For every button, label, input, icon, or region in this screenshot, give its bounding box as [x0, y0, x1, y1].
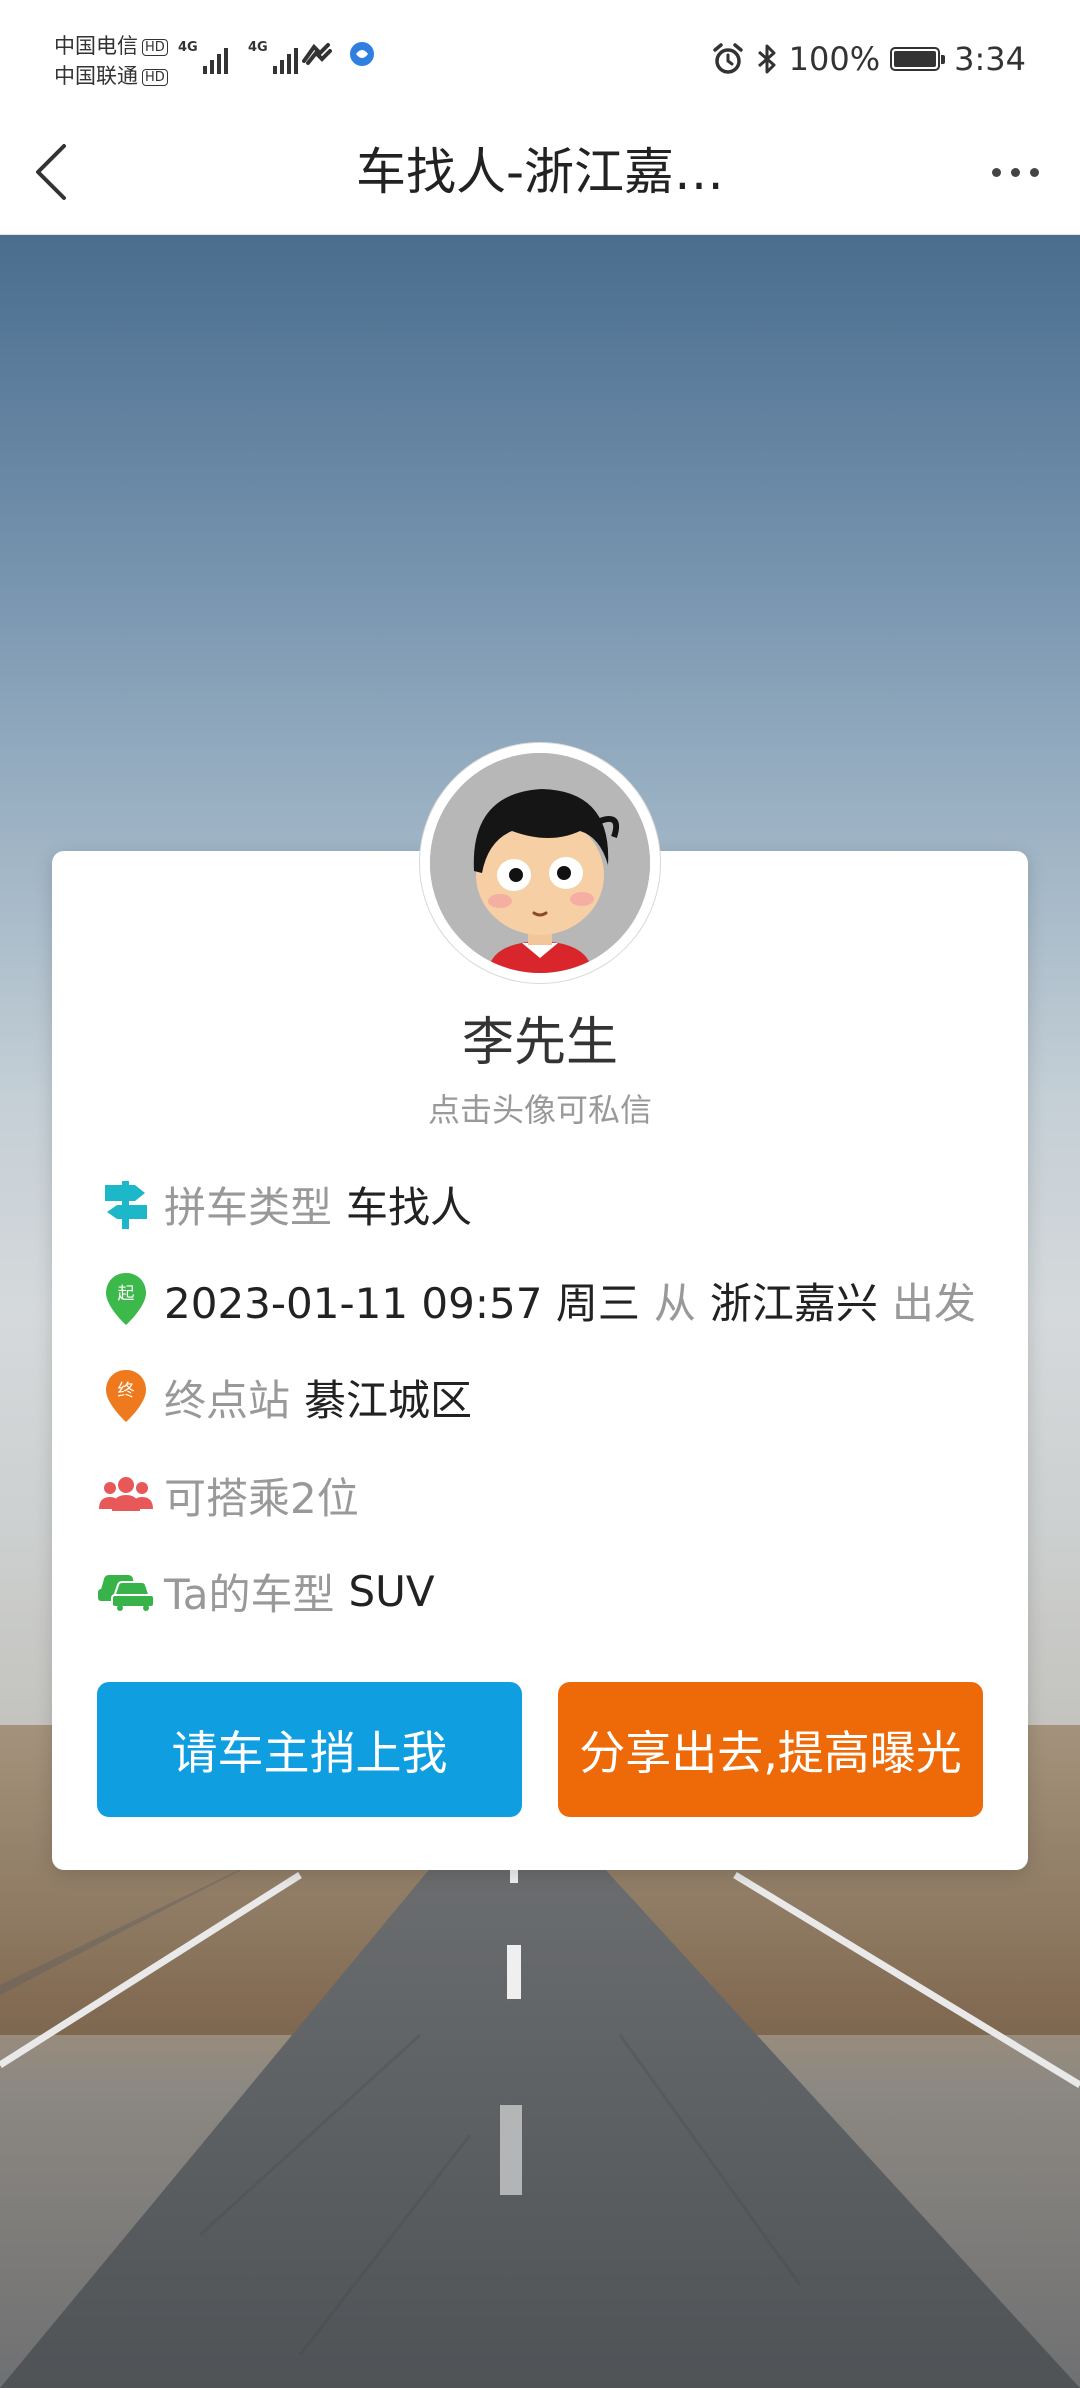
- app-notification-icon: [350, 42, 374, 66]
- signal-group: 4G 4G: [178, 40, 298, 74]
- hd-badge: HD: [142, 69, 168, 86]
- departure-row: 起 2023-01-11 09:57 周三 从 浙江嘉兴 出发: [98, 1270, 976, 1330]
- chevron-left-icon: [36, 144, 66, 200]
- end-marker-text: 终: [118, 1381, 135, 1401]
- network-type: 4G: [178, 40, 198, 55]
- start-marker-text: 起: [118, 1284, 135, 1304]
- clock: 3:34: [954, 40, 1026, 78]
- signal-icon: 4G: [248, 40, 298, 74]
- hd-badge: HD: [142, 39, 168, 56]
- car-type-value: SUV: [348, 1566, 435, 1616]
- destination-value: 綦江城区: [304, 1375, 473, 1425]
- status-bar: 中国电信 HD 中国联通 HD 4G 4G 100% 3:34: [0, 0, 1080, 110]
- seats-label: 可搭乘2位: [164, 1473, 359, 1523]
- battery-icon: [890, 47, 946, 71]
- bluetooth-icon: [757, 44, 776, 74]
- share-button[interactable]: 分享出去,提高曝光: [558, 1682, 983, 1817]
- carrier-1: 中国电信 HD: [54, 34, 168, 58]
- user-name: 李先生: [461, 1013, 618, 1073]
- alarm-icon: [712, 43, 743, 74]
- car-icon: [98, 1561, 154, 1621]
- status-right: 100% 3:34: [711, 40, 1026, 78]
- people-icon: [98, 1465, 154, 1525]
- cartoon-boy-avatar-icon: [430, 753, 650, 973]
- more-dots-icon: [991, 167, 1001, 177]
- ride-type-value: 车找人: [346, 1182, 473, 1232]
- page-title: 车找人-浙江嘉…: [355, 143, 725, 201]
- depart-label: 出发: [891, 1278, 976, 1328]
- signal-icon: 4G: [178, 40, 228, 74]
- seats-row: 可搭乘2位: [98, 1465, 359, 1525]
- car-type-label: Ta的车型: [164, 1569, 335, 1619]
- car-type-row: Ta的车型 SUV: [98, 1561, 435, 1621]
- map-pin-start-icon: 起: [98, 1270, 154, 1330]
- map-pin-end-icon: 终: [98, 1367, 154, 1427]
- ride-type-label: 拼车类型: [164, 1182, 333, 1232]
- signpost-icon: [98, 1174, 154, 1234]
- from-label: 从: [653, 1278, 696, 1328]
- more-button[interactable]: [970, 132, 1060, 212]
- battery-percent: 100%: [788, 40, 881, 78]
- carrier-2: 中国联通 HD: [54, 64, 168, 88]
- carrier-1-name: 中国电信: [54, 34, 138, 58]
- network-type: 4G: [248, 40, 268, 55]
- departure-datetime: 2023-01-11 09:57 周三: [164, 1278, 640, 1328]
- destination-label: 终点站: [164, 1375, 291, 1425]
- ride-type-row: 拼车类型 车找人: [98, 1174, 472, 1234]
- back-button[interactable]: [20, 132, 100, 212]
- status-icons: [300, 40, 376, 68]
- nfc-icon: [302, 43, 332, 65]
- destination-row: 终 终点站 綦江城区: [98, 1367, 472, 1427]
- avatar[interactable]: [430, 753, 650, 973]
- request-ride-button[interactable]: 请车主捎上我: [97, 1682, 522, 1817]
- nav-bar: 车找人-浙江嘉…: [0, 110, 1080, 235]
- avatar-hint: 点击头像可私信: [427, 1091, 652, 1129]
- carrier-2-name: 中国联通: [54, 64, 138, 88]
- origin-city: 浙江嘉兴: [709, 1278, 878, 1328]
